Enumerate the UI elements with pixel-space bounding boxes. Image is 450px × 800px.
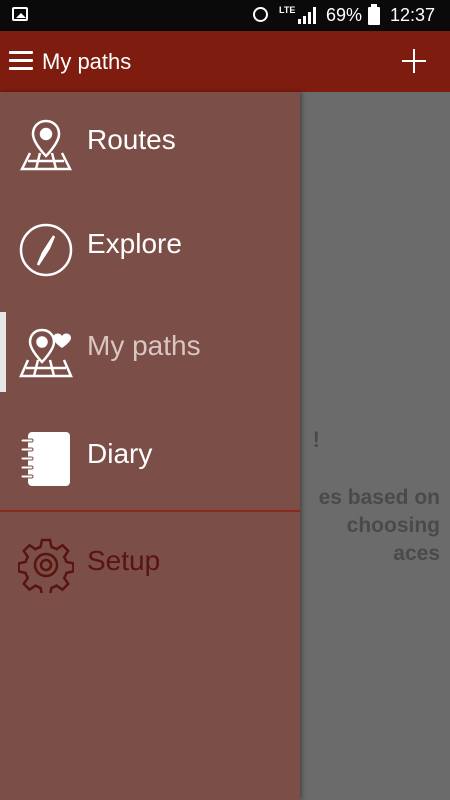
signal-icon [298,7,316,24]
hamburger-menu-icon[interactable] [9,51,33,71]
alarm-icon [253,7,268,22]
battery-percent: 69% [326,5,363,25]
drawer-item-label: My paths [87,330,201,361]
drawer-divider [0,510,300,512]
map-pin-icon [19,119,73,171]
drawer-item-label: Diary [87,438,153,469]
drawer-item-label: Routes [87,124,176,155]
drawer-item-setup[interactable]: Setup [0,517,300,609]
app-toolbar: My paths [0,31,450,92]
drawer-item-label: Setup [87,545,161,576]
gallery-icon [12,7,28,21]
add-button[interactable] [402,49,426,73]
drawer-item-my-paths[interactable]: My paths [0,304,300,396]
compass-icon [19,223,73,277]
status-bar: LTE 69% 12:37 [0,0,450,31]
drawer-item-diary[interactable]: Diary [0,410,300,502]
drawer-item-explore[interactable]: Explore [0,202,300,294]
clock: 12:37 [390,5,436,25]
notebook-icon [20,432,70,486]
map-heart-icon [19,328,73,378]
navigation-drawer: Routes Explore My paths Diary Setup [0,92,300,800]
gear-icon [18,538,74,593]
drawer-item-label: Explore [87,228,182,259]
page-title: My paths [42,49,132,74]
lte-indicator: LTE [279,5,296,15]
battery-icon [368,4,380,25]
drawer-item-routes[interactable]: Routes [0,97,300,189]
